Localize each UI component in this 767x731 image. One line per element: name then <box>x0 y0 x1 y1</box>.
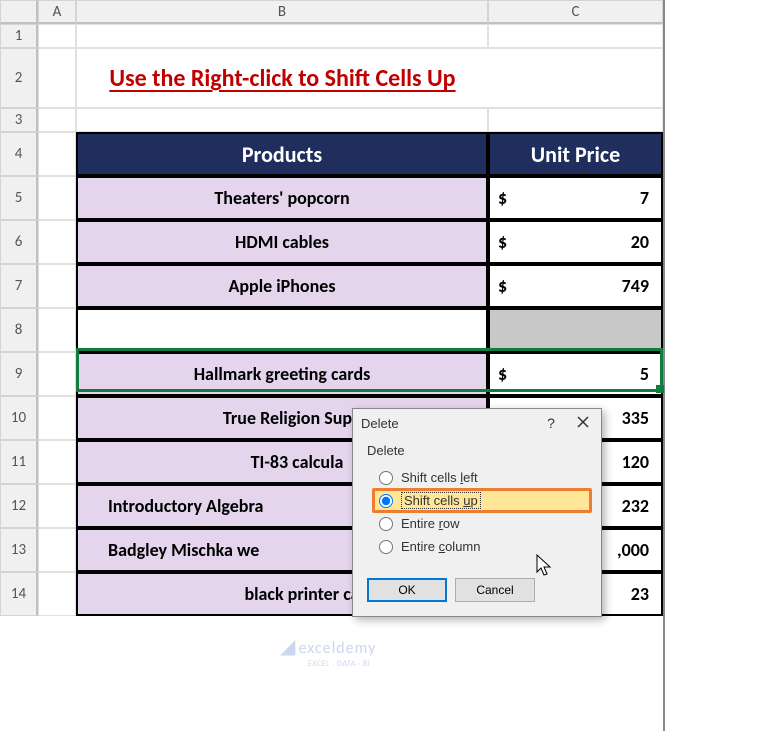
price-cell-selected[interactable] <box>488 308 663 352</box>
cell-a5[interactable] <box>38 176 76 220</box>
currency-symbol: $ <box>498 275 507 297</box>
group-label: Delete <box>367 443 587 458</box>
radio-entire-column[interactable]: Entire column <box>377 535 587 558</box>
price-value: 749 <box>622 275 649 297</box>
row-header-9[interactable]: 9 <box>0 352 38 396</box>
select-all-corner[interactable] <box>0 0 38 24</box>
right-border <box>663 0 665 731</box>
row-header-1[interactable]: 1 <box>0 24 38 48</box>
cell-b1[interactable] <box>76 24 488 48</box>
dialog-title: Delete <box>361 416 399 431</box>
cell-c3[interactable] <box>488 108 663 132</box>
delete-dialog: Delete ? Delete Shift cells left Shift c… <box>352 408 602 617</box>
price-value: 7 <box>640 187 649 209</box>
help-icon[interactable]: ? <box>541 415 561 431</box>
radio-label: Entire column <box>401 539 481 554</box>
price-cell[interactable]: $20 <box>488 220 663 264</box>
price-value: 23 <box>631 583 649 605</box>
price-cell[interactable]: $749 <box>488 264 663 308</box>
currency-symbol: $ <box>498 363 507 385</box>
close-icon[interactable] <box>573 415 593 431</box>
product-cell[interactable]: Apple iPhones <box>76 264 488 308</box>
cell-c1[interactable] <box>488 24 663 48</box>
radio-shift-up[interactable]: Shift cells up <box>372 488 592 513</box>
currency-symbol: $ <box>498 231 507 253</box>
cell-a14[interactable] <box>38 572 76 616</box>
price-value: 232 <box>622 495 649 517</box>
price-value: 120 <box>622 451 649 473</box>
watermark-sub: EXCEL · DATA · BI <box>308 659 376 669</box>
row-header-13[interactable]: 13 <box>0 528 38 572</box>
product-cell-selected[interactable] <box>76 308 488 352</box>
radio-input[interactable] <box>379 540 393 554</box>
row-header-2[interactable]: 2 <box>0 48 38 108</box>
cell-a6[interactable] <box>38 220 76 264</box>
cell-a12[interactable] <box>38 484 76 528</box>
row-header-3[interactable]: 3 <box>0 108 38 132</box>
cell-a8[interactable] <box>38 308 76 352</box>
dialog-titlebar[interactable]: Delete ? <box>353 409 601 437</box>
watermark: ◢ exceldemy EXCEL · DATA · BI <box>280 634 376 669</box>
row-header-10[interactable]: 10 <box>0 396 38 440</box>
row-header-5[interactable]: 5 <box>0 176 38 220</box>
cancel-button[interactable]: Cancel <box>455 578 535 602</box>
product-cell[interactable]: Theaters' popcorn <box>76 176 488 220</box>
col-header-a[interactable]: A <box>38 0 76 24</box>
cell-a1[interactable] <box>38 24 76 48</box>
page-title[interactable]: Use the Right-click to Shift Cells Up <box>76 48 488 108</box>
cell-a4[interactable] <box>38 132 76 176</box>
radio-entire-row[interactable]: Entire row <box>377 512 587 535</box>
row-header-7[interactable]: 7 <box>0 264 38 308</box>
price-cell[interactable]: $5 <box>488 352 663 396</box>
radio-input[interactable] <box>379 471 393 485</box>
price-value: ,000 <box>617 539 649 561</box>
watermark-text: exceldemy <box>299 639 377 658</box>
row-header-4[interactable]: 4 <box>0 132 38 176</box>
cell-a2[interactable] <box>38 48 76 108</box>
cell-c2[interactable] <box>488 48 663 108</box>
cell-a11[interactable] <box>38 440 76 484</box>
radio-input[interactable] <box>379 494 393 508</box>
currency-symbol: $ <box>498 187 507 209</box>
cell-a3[interactable] <box>38 108 76 132</box>
price-value: 20 <box>631 231 649 253</box>
row-header-12[interactable]: 12 <box>0 484 38 528</box>
row-header-6[interactable]: 6 <box>0 220 38 264</box>
price-value: 335 <box>622 407 649 429</box>
cell-b3[interactable] <box>76 108 488 132</box>
cell-a7[interactable] <box>38 264 76 308</box>
col-header-c[interactable]: C <box>488 0 663 24</box>
cell-a13[interactable] <box>38 528 76 572</box>
product-cell[interactable]: Hallmark greeting cards <box>76 352 488 396</box>
radio-shift-left[interactable]: Shift cells left <box>377 466 587 489</box>
watermark-logo-icon: ◢ <box>280 635 295 659</box>
product-cell[interactable]: HDMI cables <box>76 220 488 264</box>
row-header-8[interactable]: 8 <box>0 308 38 352</box>
row-header-14[interactable]: 14 <box>0 572 38 616</box>
radio-input[interactable] <box>379 517 393 531</box>
cell-a9[interactable] <box>38 352 76 396</box>
price-cell[interactable]: $7 <box>488 176 663 220</box>
price-header[interactable]: Unit Price <box>488 132 663 176</box>
row-header-11[interactable]: 11 <box>0 440 38 484</box>
cell-a10[interactable] <box>38 396 76 440</box>
cursor-icon <box>536 554 554 583</box>
radio-label: Shift cells up <box>401 492 481 509</box>
col-header-b[interactable]: B <box>76 0 488 24</box>
radio-label: Shift cells left <box>401 470 478 485</box>
ok-button[interactable]: OK <box>367 578 447 602</box>
radio-label: Entire row <box>401 516 460 531</box>
products-header[interactable]: Products <box>76 132 488 176</box>
price-value: 5 <box>640 363 649 385</box>
